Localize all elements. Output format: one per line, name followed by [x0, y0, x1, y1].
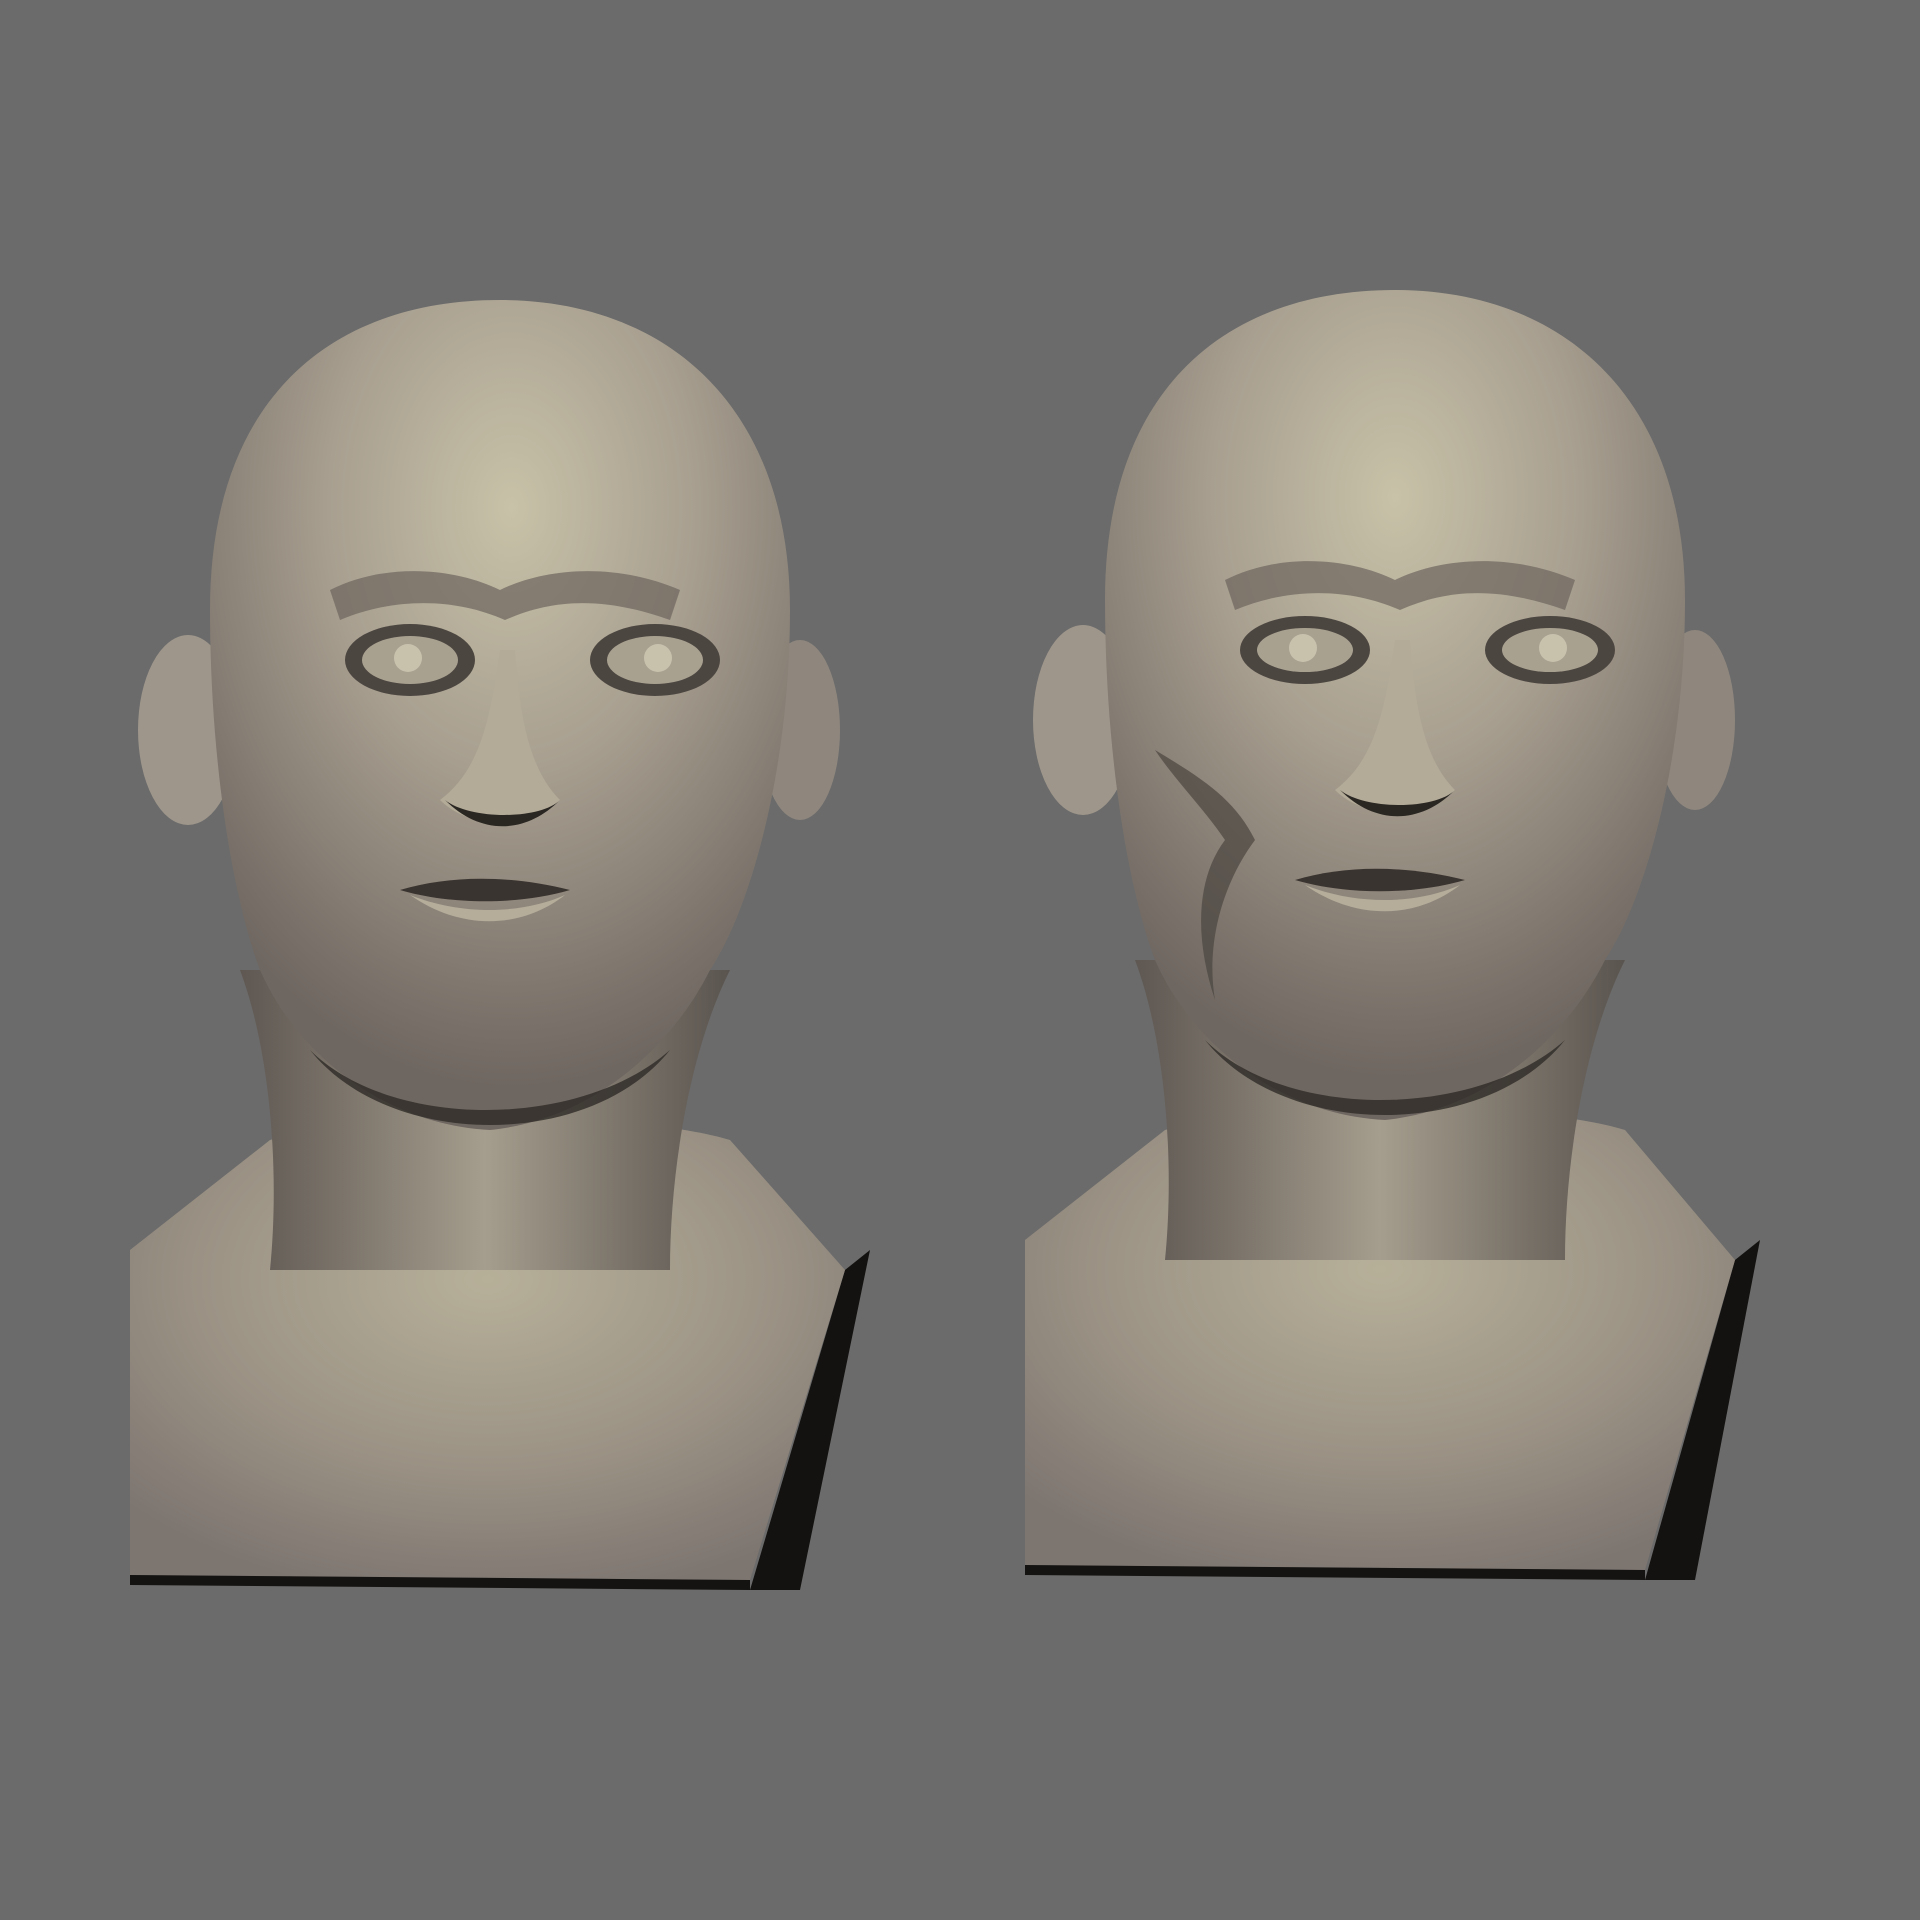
bust-left: [110, 290, 970, 1610]
viewport: [0, 0, 1920, 1920]
bust-right: [1005, 280, 1865, 1600]
bust-right-render: [1025, 290, 1760, 1580]
bust-left-render: [130, 300, 870, 1590]
